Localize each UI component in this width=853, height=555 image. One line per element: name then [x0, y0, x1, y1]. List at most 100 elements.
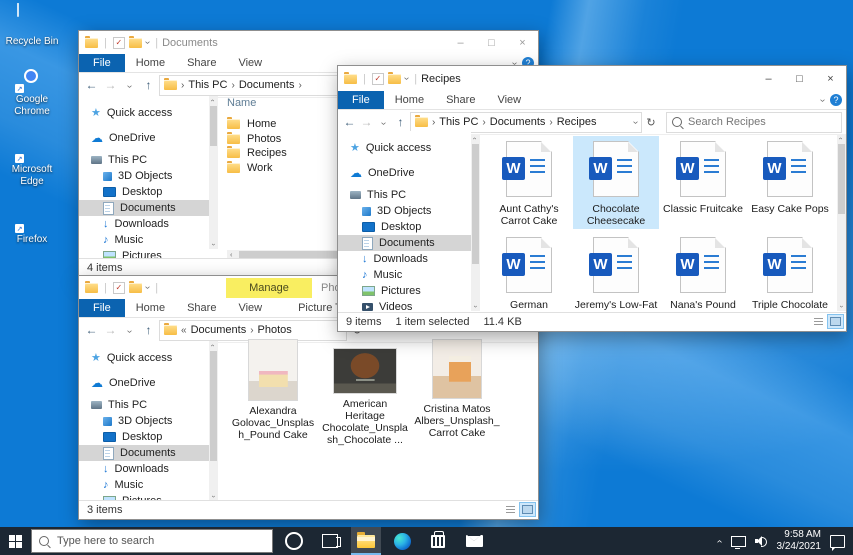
search-box[interactable]: [666, 112, 842, 133]
refresh-icon[interactable]: ↻: [644, 116, 658, 129]
photo-tile[interactable]: Cristina Matos Albers_Unsplash_Carrot Ca…: [413, 340, 501, 446]
titlebar[interactable]: | ✓ ›| Recipes – □ ×: [338, 66, 846, 91]
details-view-button[interactable]: [811, 315, 826, 328]
back-button[interactable]: ←: [83, 323, 100, 337]
taskbar-mail[interactable]: [459, 527, 489, 555]
details-view-button[interactable]: [503, 503, 518, 516]
desktop-icon-recycle-bin[interactable]: Recycle Bin: [1, 4, 63, 48]
taskbar-clock[interactable]: 9:58 AM 3/24/2021: [777, 529, 822, 553]
tab-share[interactable]: Share: [176, 54, 227, 72]
photo-tile[interactable]: American Heritage Chocolate_Unsplash_Cho…: [321, 340, 409, 446]
qat-customize-chevron-icon[interactable]: ›: [401, 77, 412, 80]
address-bar[interactable]: › This PC › Documents › Recipes ›: [410, 112, 642, 133]
breadcrumb-documents[interactable]: Documents: [239, 79, 295, 91]
sidebar-item-music[interactable]: ♪Music: [79, 477, 209, 493]
tab-view[interactable]: View: [486, 91, 532, 109]
thumbnail-view-button[interactable]: [828, 315, 843, 328]
sidebar-item-documents[interactable]: Documents: [79, 200, 209, 216]
sidebar-item-music[interactable]: ♪Music: [79, 232, 209, 248]
sidebar-item-desktop[interactable]: Desktop: [79, 184, 209, 200]
forward-button[interactable]: →: [102, 323, 119, 337]
back-button[interactable]: ←: [83, 78, 100, 92]
file-tile-selected[interactable]: W Chocolate Cheesecake: [573, 136, 659, 229]
breadcrumb-documents[interactable]: Documents: [191, 324, 247, 336]
forward-button[interactable]: →: [359, 115, 374, 129]
action-center-icon[interactable]: [830, 535, 845, 548]
tab-home[interactable]: Home: [125, 299, 176, 317]
cortana-button[interactable]: [279, 527, 309, 555]
tab-view[interactable]: View: [227, 299, 273, 317]
forward-button[interactable]: →: [102, 78, 119, 92]
back-button[interactable]: ←: [342, 115, 357, 129]
sidebar-item-quick-access[interactable]: ★Quick access: [338, 140, 471, 156]
breadcrumb-overflow-chevron[interactable]: «: [181, 325, 187, 336]
sidebar-item-3d-objects[interactable]: 3D Objects: [79, 168, 209, 184]
column-header-name[interactable]: Name: [227, 97, 287, 109]
content-scrollbar[interactable]: › ›: [837, 134, 846, 311]
thumbnail-view-button[interactable]: [520, 503, 535, 516]
sidebar-item-onedrive[interactable]: ☁OneDrive: [79, 375, 209, 391]
breadcrumb-this-pc[interactable]: This PC: [439, 116, 478, 128]
recent-locations-chevron-icon[interactable]: ›: [376, 115, 391, 129]
desktop-icon-chrome[interactable]: ↗ Google Chrome: [1, 62, 63, 118]
search-input[interactable]: [686, 115, 836, 129]
close-button[interactable]: ×: [815, 66, 846, 91]
file-tile[interactable]: W Classic Fruitcake: [660, 136, 746, 229]
sidebar-item-desktop[interactable]: Desktop: [338, 219, 471, 235]
breadcrumb-this-pc[interactable]: This PC: [188, 79, 227, 91]
close-button[interactable]: ×: [507, 31, 538, 54]
start-button[interactable]: [0, 527, 30, 555]
network-icon[interactable]: [731, 536, 746, 547]
manage-badge[interactable]: Manage: [226, 278, 312, 298]
breadcrumb-recipes[interactable]: Recipes: [557, 116, 597, 128]
address-bar[interactable]: « Documents › Photos ›: [159, 320, 347, 341]
show-hidden-icons-chevron[interactable]: ›: [714, 539, 725, 542]
photo-tile[interactable]: Alexandra Golovac_Unsplash_Pound Cake: [229, 340, 317, 446]
tab-share[interactable]: Share: [435, 91, 486, 109]
folder-row-photos[interactable]: Photos: [227, 132, 287, 146]
maximize-button[interactable]: □: [784, 66, 815, 91]
qat-folder-icon[interactable]: [129, 38, 142, 48]
sidebar-item-music[interactable]: ♪Music: [338, 267, 471, 283]
help-icon[interactable]: ?: [830, 94, 842, 106]
sidebar-item-videos[interactable]: Videos: [338, 299, 471, 313]
tab-share[interactable]: Share: [176, 299, 227, 317]
qat-check-icon[interactable]: ✓: [372, 73, 384, 85]
file-tile[interactable]: W Aunt Cathy's Carrot Cake: [486, 136, 572, 229]
up-button[interactable]: ↑: [140, 323, 157, 337]
sidebar-item-onedrive[interactable]: ☁OneDrive: [338, 165, 471, 181]
address-bar[interactable]: › This PC › Documents › ›: [159, 75, 359, 96]
address-dropdown-chevron-icon[interactable]: ›: [630, 120, 641, 123]
sidebar-item-downloads[interactable]: ↓Downloads: [79, 461, 209, 477]
up-button[interactable]: ↑: [140, 78, 157, 92]
qat-customize-chevron-icon[interactable]: ›: [142, 286, 153, 289]
sidebar-item-quick-access[interactable]: ★Quick access: [79, 105, 209, 121]
sidebar-item-this-pc[interactable]: This PC: [79, 152, 209, 168]
sidebar-scrollbar[interactable]: › ›: [209, 341, 218, 501]
recent-locations-chevron-icon[interactable]: ›: [121, 323, 138, 337]
sidebar-item-3d-objects[interactable]: 3D Objects: [79, 413, 209, 429]
breadcrumb-photos[interactable]: Photos: [258, 324, 292, 336]
taskbar-search-input[interactable]: [55, 534, 265, 548]
sidebar-item-desktop[interactable]: Desktop: [79, 429, 209, 445]
taskbar-search[interactable]: [31, 529, 273, 553]
qat-folder-icon[interactable]: [388, 74, 401, 84]
sidebar-item-downloads[interactable]: ↓Downloads: [79, 216, 209, 232]
sidebar-item-documents[interactable]: Documents: [79, 445, 209, 461]
qat-check-icon[interactable]: ✓: [113, 37, 125, 49]
tab-home[interactable]: Home: [125, 54, 176, 72]
maximize-button[interactable]: □: [476, 31, 507, 54]
qat-folder-icon[interactable]: [129, 283, 142, 293]
volume-icon[interactable]: [755, 536, 768, 546]
sidebar-item-this-pc[interactable]: This PC: [338, 187, 471, 203]
ribbon-expand-chevron-icon[interactable]: ›: [817, 98, 828, 101]
qat-check-icon[interactable]: ✓: [113, 282, 125, 294]
sidebar-item-3d-objects[interactable]: 3D Objects: [338, 203, 471, 219]
titlebar[interactable]: | ✓ ›| Documents – □ ×: [79, 31, 538, 54]
sidebar-item-downloads[interactable]: ↓Downloads: [338, 251, 471, 267]
tab-file[interactable]: File: [79, 54, 125, 72]
file-tile[interactable]: W Easy Cake Pops: [747, 136, 833, 229]
sidebar-item-quick-access[interactable]: ★Quick access: [79, 350, 209, 366]
sidebar-item-onedrive[interactable]: ☁OneDrive: [79, 130, 209, 146]
taskbar-file-explorer[interactable]: [351, 527, 381, 555]
